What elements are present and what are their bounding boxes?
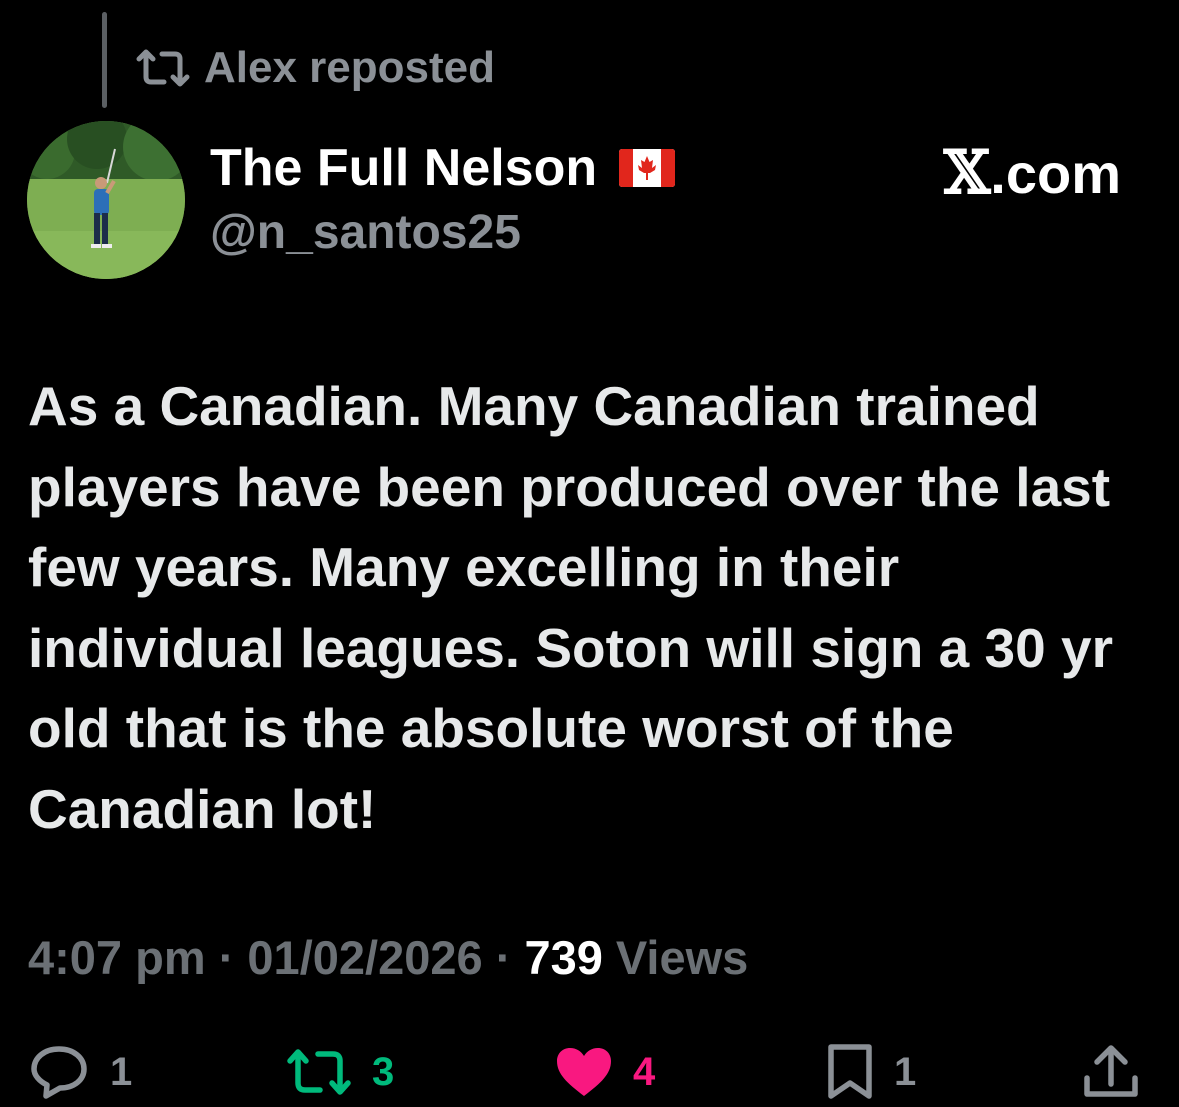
source-label: 𝕏 .com [944,138,1121,208]
tweet-date[interactable]: 01/02/2026 [247,931,482,984]
views-label: Views [602,931,749,984]
repost-banner[interactable]: Alex reposted [136,40,495,96]
bookmark-icon [828,1044,872,1099]
like-count: 4 [633,1049,656,1094]
repost-count: 3 [372,1049,395,1094]
author-handle[interactable]: @n_santos25 [210,205,521,260]
thread-line [102,12,107,108]
bookmark-count: 1 [894,1049,917,1094]
canada-flag-icon [619,149,676,187]
share-button[interactable] [1082,1040,1140,1104]
bookmark-button[interactable]: 1 [826,1040,916,1104]
x-logo-icon: 𝕏 [943,138,991,208]
repost-banner-text: Alex reposted [204,43,495,92]
repost-button[interactable]: 3 [286,1040,394,1104]
repost-icon [287,1049,351,1095]
source-suffix: .com [990,141,1121,205]
author-name-text: The Full Nelson [210,139,598,197]
author-display-name[interactable]: The Full Nelson [210,138,676,198]
reply-count: 1 [110,1049,133,1094]
like-button[interactable]: 4 [555,1040,655,1104]
share-icon [1084,1045,1138,1097]
avatar[interactable] [27,121,185,279]
meta-separator: · [205,931,248,984]
views-count: 739 [524,931,603,984]
tweet-time[interactable]: 4:07 pm [28,931,206,984]
repost-icon [136,48,190,88]
tweet-text: As a Canadian. Many Canadian trained pla… [28,375,1113,840]
meta-separator: · [482,931,525,984]
reply-button[interactable]: 1 [28,1040,132,1104]
tweet-meta: 4:07 pm · 01/02/2026 · 739 Views [28,930,748,985]
reply-icon [31,1046,87,1099]
heart-icon [557,1048,611,1096]
